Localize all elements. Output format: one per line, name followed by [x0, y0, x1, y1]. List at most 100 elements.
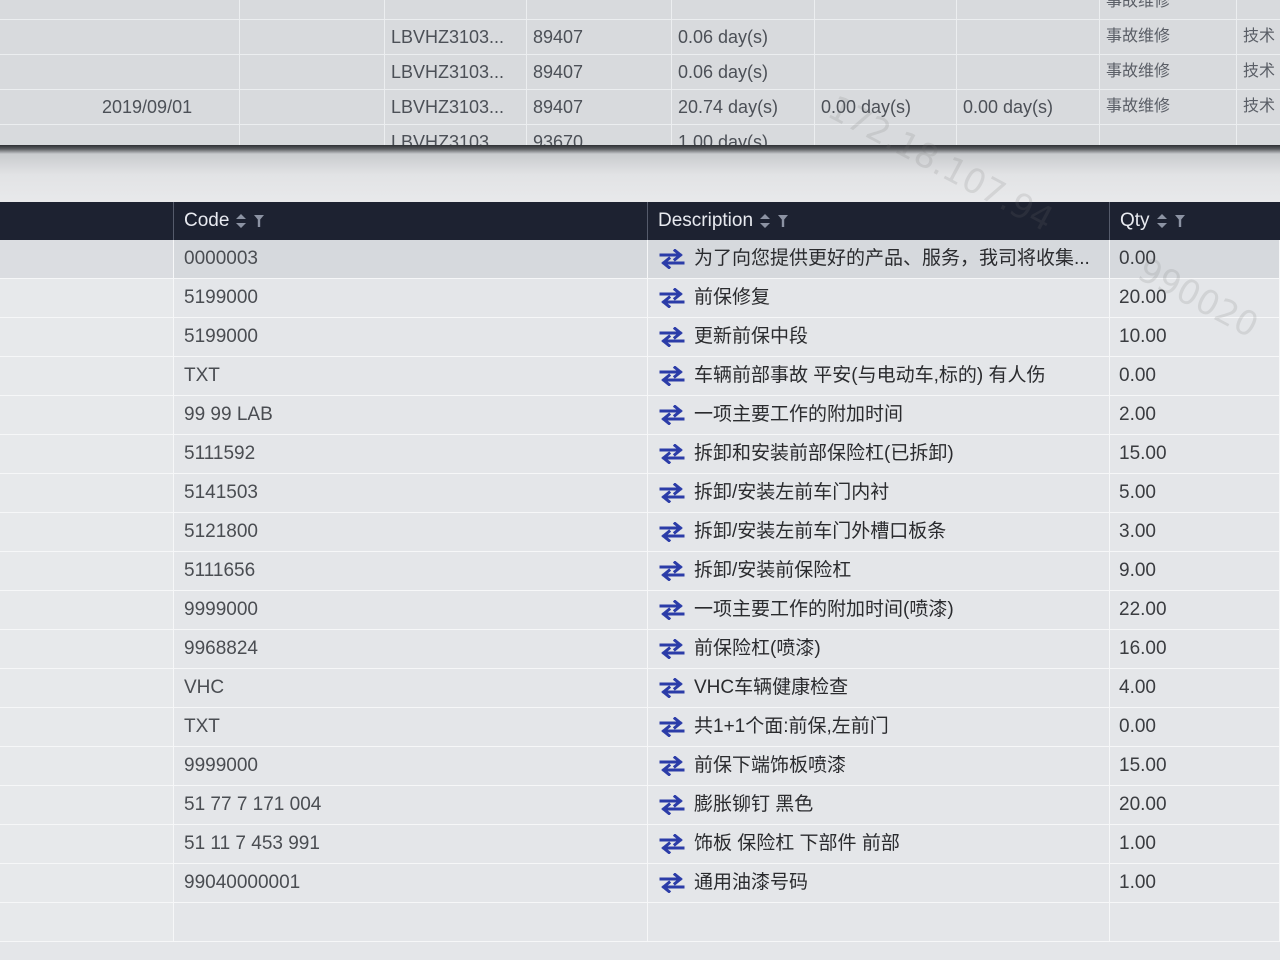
swap-icon[interactable]: [658, 444, 686, 464]
cell-qty: 5.00: [1110, 474, 1280, 512]
parts-table-body: 0000003 为了向您提供更好的产品、服务，我司将收集... 0.00 519900…: [0, 240, 1280, 960]
vehicle-table-row[interactable]: 2019/09/01 LBVHZ3103... 89407 20.74 day(s) 0…: [0, 90, 1280, 125]
swap-icon[interactable]: [658, 366, 686, 386]
swap-icon[interactable]: [658, 639, 686, 659]
cell-days: 0.06 day(s): [672, 55, 815, 89]
cell-qty: 10.00: [1110, 318, 1280, 356]
filter-icon[interactable]: [253, 213, 265, 229]
column-header-code[interactable]: Code: [174, 202, 648, 240]
row-select-cell[interactable]: [0, 747, 174, 785]
description-text: 拆卸/安装左前车门外槽口板条: [694, 521, 947, 542]
swap-icon[interactable]: [658, 795, 686, 815]
table-row[interactable]: 99 99 LAB 一项主要工作的附加时间 2.00: [0, 396, 1280, 435]
swap-icon[interactable]: [658, 288, 686, 308]
cell-repair-type: 事故维修: [1100, 90, 1237, 124]
swap-icon[interactable]: [658, 834, 686, 854]
parts-table-header: Code Description Qty: [0, 202, 1280, 240]
table-row[interactable]: 5199000 更新前保中段 10.00: [0, 318, 1280, 357]
cell-code: [527, 0, 672, 19]
swap-icon[interactable]: [658, 678, 686, 698]
table-row[interactable]: 5111592 拆卸和安装前部保险杠(已拆卸) 15.00: [0, 435, 1280, 474]
row-select-cell[interactable]: [0, 786, 174, 824]
sort-icon[interactable]: [759, 213, 771, 229]
description-text: 为了向您提供更好的产品、服务，我司将收集...: [694, 248, 1090, 269]
cell-code: 9999000: [174, 747, 648, 785]
swap-icon[interactable]: [658, 756, 686, 776]
cell-days: 0.06 day(s): [672, 20, 815, 54]
row-select-cell[interactable]: [0, 357, 174, 395]
cell-description: 为了向您提供更好的产品、服务，我司将收集...: [648, 240, 1110, 278]
row-select-cell[interactable]: [0, 513, 174, 551]
vehicle-table-row[interactable]: LBVHZ3103 93670 1.00 day(s): [0, 125, 1280, 145]
column-header-qty[interactable]: Qty: [1110, 202, 1280, 240]
row-select-cell[interactable]: [0, 708, 174, 746]
column-header-description[interactable]: Description: [648, 202, 1110, 240]
vehicle-table-row[interactable]: 事故维修: [0, 0, 1280, 20]
table-row[interactable]: 5199000 前保修复 20.00: [0, 279, 1280, 318]
cell-description: 车辆前部事故 平安(与电动车,标的) 有人伤: [648, 357, 1110, 395]
vehicle-table-row[interactable]: LBVHZ3103... 89407 0.06 day(s) 事故维修 技术: [0, 55, 1280, 90]
cell-days: 1.00 day(s): [672, 125, 815, 145]
swap-icon[interactable]: [658, 522, 686, 542]
table-row[interactable]: 9999000 一项主要工作的附加时间(喷漆) 22.00: [0, 591, 1280, 630]
filter-icon[interactable]: [1174, 213, 1186, 229]
sort-icon[interactable]: [1156, 213, 1168, 229]
row-select-cell[interactable]: [0, 630, 174, 668]
sort-icon[interactable]: [235, 213, 247, 229]
cell-code: 99040000001: [174, 864, 648, 902]
swap-icon[interactable]: [658, 873, 686, 893]
panel-divider: [0, 145, 1280, 202]
table-row[interactable]: 51 77 7 171 004 膨胀铆钉 黑色 20.00: [0, 786, 1280, 825]
cell-date: [0, 125, 240, 145]
header-select-cell: [0, 202, 174, 240]
row-select-cell[interactable]: [0, 591, 174, 629]
table-row[interactable]: 9968824 前保险杠(喷漆) 16.00: [0, 630, 1280, 669]
cell-code: 99 99 LAB: [174, 396, 648, 434]
cell-code: VHC: [174, 669, 648, 707]
cell-days-c: [957, 55, 1100, 89]
table-row[interactable]: 5141503 拆卸/安装左前车门内衬 5.00: [0, 474, 1280, 513]
table-row[interactable]: 0000003 为了向您提供更好的产品、服务，我司将收集... 0.00: [0, 240, 1280, 279]
swap-icon[interactable]: [658, 249, 686, 269]
cell-repair-type: 事故维修: [1100, 20, 1237, 54]
description-text: 拆卸/安装前保险杠: [694, 560, 852, 581]
table-row[interactable]: VHC VHC车辆健康检查 4.00: [0, 669, 1280, 708]
table-row[interactable]: 5121800 拆卸/安装左前车门外槽口板条 3.00: [0, 513, 1280, 552]
table-row[interactable]: 51 11 7 453 991 饰板 保险杠 下部件 前部 1.00: [0, 825, 1280, 864]
swap-icon[interactable]: [658, 327, 686, 347]
row-select-cell[interactable]: [0, 474, 174, 512]
swap-icon[interactable]: [658, 405, 686, 425]
row-select-cell[interactable]: [0, 825, 174, 863]
cell-code: 5111656: [174, 552, 648, 590]
row-select-cell[interactable]: [0, 318, 174, 356]
row-select-cell[interactable]: [0, 864, 174, 902]
cell-empty: [240, 0, 385, 19]
cell-qty: 15.00: [1110, 747, 1280, 785]
cell-qty: 20.00: [1110, 786, 1280, 824]
row-select-cell[interactable]: [0, 435, 174, 473]
cell-repair-type: 事故维修: [1100, 0, 1237, 19]
cell-description: 通用油漆号码: [648, 864, 1110, 902]
cell-qty: 22.00: [1110, 591, 1280, 629]
filter-icon[interactable]: [777, 213, 789, 229]
cell-description: 拆卸/安装左前车门外槽口板条: [648, 513, 1110, 551]
swap-icon[interactable]: [658, 483, 686, 503]
row-select-cell[interactable]: [0, 396, 174, 434]
row-select-cell[interactable]: [0, 240, 174, 278]
row-select-cell[interactable]: [0, 552, 174, 590]
table-row[interactable]: 99040000001 通用油漆号码 1.00: [0, 864, 1280, 903]
cell-description: 前保下端饰板喷漆: [648, 747, 1110, 785]
swap-icon[interactable]: [658, 600, 686, 620]
swap-icon[interactable]: [658, 561, 686, 581]
cell-vin: [385, 0, 527, 19]
table-row[interactable]: 9999000 前保下端饰板喷漆 15.00: [0, 747, 1280, 786]
table-row[interactable]: TXT 共1+1个面:前保,左前门 0.00: [0, 708, 1280, 747]
row-select-cell[interactable]: [0, 279, 174, 317]
table-row[interactable]: 5111656 拆卸/安装前保险杠 9.00: [0, 552, 1280, 591]
row-select-cell[interactable]: [0, 669, 174, 707]
description-text: 前保修复: [694, 287, 771, 308]
description-text: 拆卸和安装前部保险杠(已拆卸): [694, 443, 954, 464]
swap-icon[interactable]: [658, 717, 686, 737]
table-row[interactable]: TXT 车辆前部事故 平安(与电动车,标的) 有人伤 0.00: [0, 357, 1280, 396]
vehicle-table-row[interactable]: LBVHZ3103... 89407 0.06 day(s) 事故维修 技术: [0, 20, 1280, 55]
